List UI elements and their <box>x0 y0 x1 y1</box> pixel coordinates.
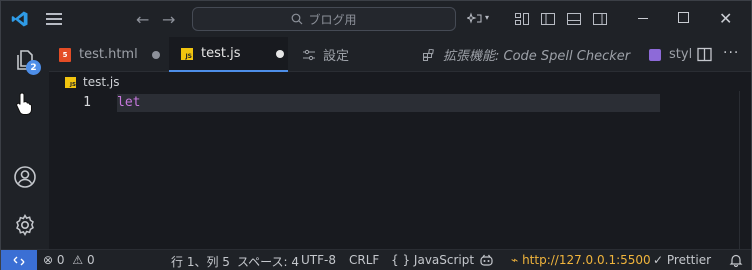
forward-arrow-icon[interactable]: → <box>162 10 175 29</box>
remote-icon <box>13 256 25 265</box>
broadcast-icon: ⌁ <box>511 253 519 267</box>
settings-sliders-icon <box>303 49 315 60</box>
html5-icon: 5 <box>59 47 71 62</box>
toggle-primary-sidebar-icon[interactable] <box>540 11 556 27</box>
problems-status[interactable]: ⊗ 0 ⚠ 0 <box>43 253 95 267</box>
split-editor-icon[interactable] <box>697 47 712 62</box>
scrollbar-track[interactable] <box>739 91 740 249</box>
current-line-highlight <box>117 94 660 112</box>
line-number: 1 <box>83 95 91 110</box>
tab-bar: 5 test.html JS test.js 設定 拡張機能: Code Spe… <box>49 37 751 72</box>
language-label: JavaScript <box>413 253 475 267</box>
javascript-icon: JS <box>65 76 76 88</box>
tab-extension-code-spell-checker[interactable]: 拡張機能: Code Spell Checker <box>411 37 641 72</box>
menu-icon[interactable] <box>46 13 62 25</box>
explorer-badge: 2 <box>26 60 41 75</box>
tab-test-html[interactable]: 5 test.html <box>49 37 168 72</box>
hand-pointer-cursor-icon <box>16 92 32 115</box>
copilot-sparkle-icon[interactable] <box>467 11 483 27</box>
breadcrumb-file[interactable]: test.js <box>83 75 119 89</box>
code-line[interactable]: let <box>117 94 140 112</box>
tab-label: test.js <box>201 46 241 61</box>
command-center-search[interactable]: ブログ用 <box>192 7 456 31</box>
tab-label: test.html <box>79 47 138 62</box>
tab-label: 設定 <box>323 49 350 64</box>
copilot-icon[interactable] <box>479 253 494 268</box>
back-arrow-icon[interactable]: ← <box>136 10 149 29</box>
notifications-bell-icon[interactable] <box>729 253 743 267</box>
warning-count: 0 <box>86 253 95 267</box>
minimize-button[interactable] <box>638 18 648 19</box>
language-mode[interactable]: { } JavaScript <box>391 253 474 267</box>
search-icon <box>292 13 303 25</box>
editor-area[interactable] <box>49 91 751 249</box>
toggle-secondary-sidebar-icon[interactable] <box>592 11 608 27</box>
live-server-status[interactable]: ⌁ http://127.0.0.1:5500 <box>511 253 651 267</box>
title-bar: ← → ブログ用 ▾ ✕ <box>1 1 751 37</box>
search-placeholder: ブログ用 <box>308 12 357 27</box>
tab-settings[interactable]: 設定 <box>289 37 401 72</box>
copilot-dropdown-icon[interactable]: ▾ <box>485 13 489 22</box>
prettier-status[interactable]: ✓ Prettier <box>653 253 711 267</box>
accounts-icon[interactable] <box>13 165 37 189</box>
braces-icon: { } <box>391 253 411 267</box>
more-actions-icon[interactable]: ··· <box>723 45 739 61</box>
tab-label: 拡張機能: Code Spell Checker <box>443 49 631 64</box>
vscode-window: ← → ブログ用 ▾ ✕ 2 5 test.html JS test.js 設定… <box>0 0 752 270</box>
javascript-icon: JS <box>181 47 193 60</box>
tab-styl[interactable]: styl <box>642 37 694 72</box>
remote-indicator[interactable] <box>1 250 37 270</box>
indentation-status[interactable]: スペース: 4 <box>237 253 299 270</box>
close-button[interactable]: ✕ <box>719 9 732 28</box>
double-check-icon: ✓ <box>653 253 664 267</box>
eol-status[interactable]: CRLF <box>349 253 379 267</box>
cursor-position[interactable]: 行 1、列 5 <box>171 253 230 270</box>
error-count: 0 <box>56 253 65 267</box>
unsaved-dot-icon[interactable] <box>276 49 285 58</box>
extensions-icon <box>423 48 434 61</box>
tab-test-js[interactable]: JS test.js <box>169 37 288 72</box>
toggle-panel-icon[interactable] <box>566 11 582 27</box>
prettier-label: Prettier <box>666 253 712 267</box>
warning-icon: ⚠ <box>72 253 84 267</box>
manage-gear-icon[interactable] <box>13 213 37 237</box>
encoding-status[interactable]: UTF-8 <box>301 253 336 267</box>
unsaved-dot-icon[interactable] <box>151 50 160 59</box>
error-icon: ⊗ <box>43 253 54 267</box>
tab-label: styl <box>669 47 693 62</box>
status-bar: ⊗ 0 ⚠ 0 行 1、列 5 スペース: 4 UTF-8 CRLF { } J… <box>1 249 751 270</box>
css-icon <box>649 48 661 61</box>
live-server-url: http://127.0.0.1:5500 <box>522 253 651 267</box>
breadcrumb[interactable]: JS test.js <box>65 75 119 89</box>
layout-control-icon[interactable] <box>514 11 530 27</box>
vscode-logo-icon <box>11 11 28 27</box>
maximize-button[interactable] <box>678 12 689 23</box>
